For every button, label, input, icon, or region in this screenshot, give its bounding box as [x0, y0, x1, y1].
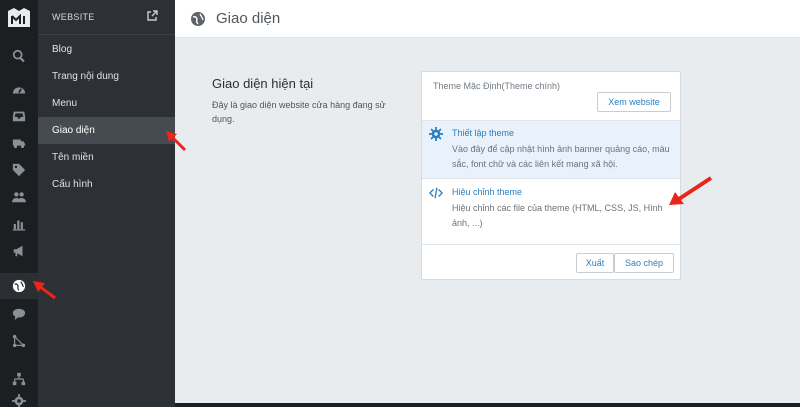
annotation-arrow-icon: [166, 131, 187, 152]
dashboard-icon: [12, 87, 26, 94]
theme-name: Theme Mặc Định(Theme chính): [433, 81, 561, 91]
bottom-edge: [175, 403, 800, 407]
sidebar-item-label: Giao diện: [52, 125, 95, 136]
page-header: Giao diện: [175, 0, 800, 38]
rail-products[interactable]: [0, 157, 38, 183]
sitemap-icon: [12, 372, 26, 386]
rail-search[interactable]: [0, 43, 38, 69]
theme-card-footer: Xuất Sao chép: [422, 244, 680, 280]
megaphone-icon: [13, 245, 23, 257]
users-icon: [12, 192, 26, 203]
logo-icon[interactable]: [5, 5, 33, 31]
sidebar-item-label: Trang nội dung: [52, 71, 119, 82]
rail-dashboard[interactable]: [0, 77, 38, 103]
theme-settings-option[interactable]: Thiết lập theme Vào đây để cập nhật hình…: [422, 120, 680, 178]
page-title: Giao diện: [216, 10, 281, 27]
rail-reports[interactable]: [0, 211, 38, 237]
section-description: Đây là giao diện website cửa hàng đang s…: [212, 100, 386, 124]
code-icon: [429, 187, 443, 199]
annotation-arrow-icon: [669, 176, 713, 205]
globe-icon: [12, 279, 26, 293]
rail-settings[interactable]: [0, 388, 38, 407]
rail-marketing[interactable]: [0, 238, 38, 264]
rail-integrations[interactable]: [0, 328, 38, 354]
bar-chart-icon: [12, 220, 26, 231]
search-icon: [12, 49, 25, 63]
tag-icon: [12, 163, 26, 177]
rail-orders[interactable]: [0, 103, 38, 129]
annotation-arrow-icon: [33, 281, 56, 300]
copy-button[interactable]: Sao chép: [614, 253, 674, 273]
website-sidebar: WEBSITE Blog Trang nội dung Menu Giao di…: [38, 0, 175, 407]
gear-icon: [12, 394, 26, 407]
theme-edit-description: Hiệu chỉnh các file của theme (HTML, CSS…: [452, 203, 663, 228]
sidebar-item-theme[interactable]: Giao diện: [38, 117, 175, 144]
theme-settings-description: Vào đây để cập nhật hình ảnh banner quản…: [452, 144, 670, 169]
sidebar-item-label: Tên miền: [52, 152, 94, 163]
inbox-icon: [12, 111, 26, 122]
theme-edit-link[interactable]: Hiệu chỉnh theme: [452, 187, 522, 197]
rail-messages[interactable]: [0, 301, 38, 327]
sidebar-item-label: Cấu hình: [52, 179, 93, 190]
rail-customers[interactable]: [0, 184, 38, 210]
view-website-button[interactable]: Xem website: [597, 92, 671, 112]
sidebar-item-pages[interactable]: Trang nội dung: [38, 63, 175, 90]
external-link-icon[interactable]: [146, 10, 158, 22]
sidebar-item-blog[interactable]: Blog: [38, 36, 175, 63]
theme-card: Theme Mặc Định(Theme chính) Xem website …: [421, 71, 681, 280]
theme-settings-link[interactable]: Thiết lập theme: [452, 128, 514, 138]
section-title: Giao diện hiện tại: [212, 76, 314, 91]
sidebar-item-domain[interactable]: Tên miền: [38, 144, 175, 171]
sidebar-header: WEBSITE: [38, 0, 175, 35]
theme-card-header: Theme Mặc Định(Theme chính) Xem website: [422, 72, 680, 120]
rail-shipping[interactable]: [0, 130, 38, 156]
sidebar-item-label: Menu: [52, 98, 78, 109]
chat-icon: [12, 308, 26, 321]
share-nodes-icon: [12, 334, 26, 348]
gear-icon: [429, 127, 443, 141]
sidebar-item-settings[interactable]: Cấu hình: [38, 171, 175, 198]
sidebar-item-label: Blog: [52, 44, 73, 55]
export-button[interactable]: Xuất: [576, 253, 614, 273]
theme-edit-option[interactable]: Hiệu chỉnh theme Hiệu chỉnh các file của…: [422, 178, 680, 244]
sidebar-item-menu[interactable]: Menu: [38, 90, 175, 117]
sidebar-title: WEBSITE: [52, 12, 95, 22]
icon-rail: [0, 0, 38, 407]
truck-icon: [12, 139, 26, 149]
globe-icon: [191, 11, 205, 26]
